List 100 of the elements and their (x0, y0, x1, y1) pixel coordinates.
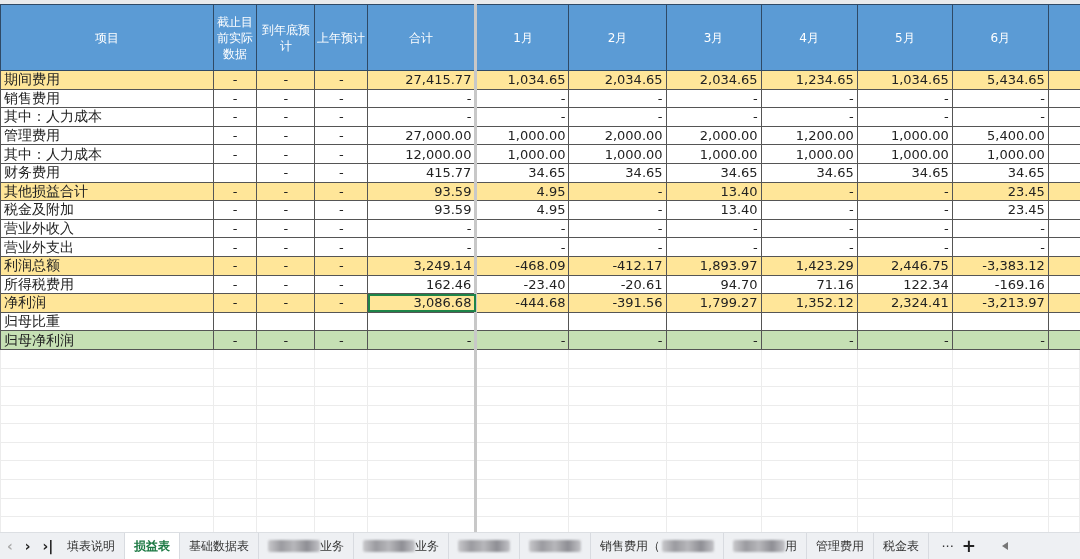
column-header: 项目 (0, 4, 214, 71)
more-tabs-button[interactable]: ··· (937, 538, 958, 554)
column-header: 上年预计 (314, 4, 368, 71)
column-header: 1月 (475, 4, 569, 71)
table-cell: - (475, 237, 569, 257)
row-label: 管理费用 (0, 126, 214, 145)
tab-label: 业务 (320, 537, 345, 555)
row-label: 所得税费用 (0, 275, 214, 294)
table-cell: 34.65 (666, 163, 762, 183)
table-cell: 27,000.00 (367, 126, 476, 145)
sheet-tab[interactable]: 税金表 (874, 533, 930, 559)
table-cell: - (666, 107, 762, 127)
table-cell: - (256, 275, 315, 294)
row-label: 销售费用 (0, 89, 214, 108)
table-cell: - (761, 219, 858, 238)
tab-label: 基础数据表 (189, 537, 250, 555)
blurred-label (268, 540, 321, 552)
blurred-label (363, 540, 416, 552)
table-cell: - (256, 163, 315, 183)
column-header: 4月 (761, 4, 858, 71)
sheet-tab[interactable]: 销售费用（ (591, 533, 725, 559)
table-cell: 34.65 (857, 163, 953, 183)
row-label: 归母比重 (0, 312, 214, 331)
table-cell: - (314, 237, 368, 257)
table-cell: - (569, 219, 667, 238)
column-header (1048, 4, 1080, 71)
table-cell: - (952, 237, 1049, 257)
table-cell: - (857, 89, 953, 108)
tab-label: 用 (785, 537, 798, 555)
table-cell: - (857, 107, 953, 127)
column-header: 3月 (666, 4, 762, 71)
sheet-tab[interactable]: 基础数据表 (180, 533, 260, 559)
table-cell: 34.65 (761, 163, 858, 183)
table-cell: - (857, 200, 953, 220)
blurred-label (662, 540, 715, 552)
table-cell: 34.65 (475, 163, 569, 183)
tab-label: 管理费用 (816, 537, 865, 555)
tab-label: 销售费用（ (600, 537, 661, 555)
table-cell: 23.45 (952, 200, 1049, 220)
table-cell: - (569, 200, 667, 220)
table-cell: - (569, 89, 667, 108)
tab-label: 税金表 (883, 537, 920, 555)
table-cell: - (314, 144, 368, 164)
table-cell: - (666, 219, 762, 238)
table-cell: 1,000.00 (475, 126, 569, 145)
table-cell: - (952, 89, 1049, 108)
table-cell: - (256, 219, 315, 238)
table-cell: 1,000.00 (761, 144, 858, 164)
table-cell: - (213, 200, 257, 220)
sheet-nav-button[interactable]: › (19, 536, 36, 556)
table-cell: - (213, 144, 257, 164)
tab-label: 损益表 (134, 537, 171, 555)
table-cell: 1,000.00 (952, 144, 1049, 164)
sheet-tab[interactable]: 管理费用 (807, 533, 875, 559)
sheet-tab[interactable]: 业务 (354, 533, 450, 559)
row-label: 税金及附加 (0, 200, 214, 220)
table-cell: 34.65 (952, 163, 1049, 183)
table-cell: - (256, 144, 315, 164)
table-cell: 1,000.00 (857, 144, 953, 164)
table-cell: - (256, 200, 315, 220)
table-cell: - (367, 219, 476, 238)
column-header: 到年底预计 (256, 4, 315, 71)
table-cell: - (952, 107, 1049, 127)
table-cell: - (761, 107, 858, 127)
add-sheet-button[interactable]: + (957, 536, 981, 556)
column-header: 截止目前实际数据 (213, 4, 257, 71)
table-cell: 2,000.00 (569, 126, 667, 145)
sheet-tab[interactable]: 用 (724, 533, 808, 559)
table-cell: - (213, 237, 257, 257)
column-header: 合计 (367, 4, 476, 71)
table-cell: - (475, 107, 569, 127)
table-cell: - (857, 237, 953, 257)
row-label: 其中：人力成本 (0, 144, 214, 164)
blurred-label (733, 540, 786, 552)
scroll-left-icon[interactable] (1002, 542, 1009, 550)
sheet-tab[interactable]: 业务 (259, 533, 355, 559)
tab-label: 填表说明 (67, 537, 116, 555)
sheet-tab[interactable]: 损益表 (125, 533, 181, 559)
table-cell: 5,400.00 (952, 126, 1049, 145)
table-cell: - (367, 107, 476, 127)
table-cell: 1,000.00 (569, 144, 667, 164)
table-cell: - (314, 126, 368, 145)
table-cell: - (314, 163, 368, 183)
table-cell: - (256, 107, 315, 127)
blurred-label (529, 540, 582, 552)
table-cell: - (569, 237, 667, 257)
sheet-nav-button[interactable]: ›| (37, 536, 59, 556)
table-cell: 34.65 (569, 163, 667, 183)
row-label: 营业外支出 (0, 237, 214, 257)
table-cell: -20.61 (569, 275, 667, 294)
table-cell: - (475, 89, 569, 108)
table-cell: 1,000.00 (857, 126, 953, 145)
tab-label: 业务 (415, 537, 440, 555)
table-cell: - (314, 200, 368, 220)
table-cell: - (952, 219, 1049, 238)
table-cell: - (213, 126, 257, 145)
column-header: 2月 (569, 4, 667, 71)
column-header: 5月 (857, 4, 953, 71)
table-cell: - (213, 275, 257, 294)
table-cell: 93.59 (367, 200, 476, 220)
